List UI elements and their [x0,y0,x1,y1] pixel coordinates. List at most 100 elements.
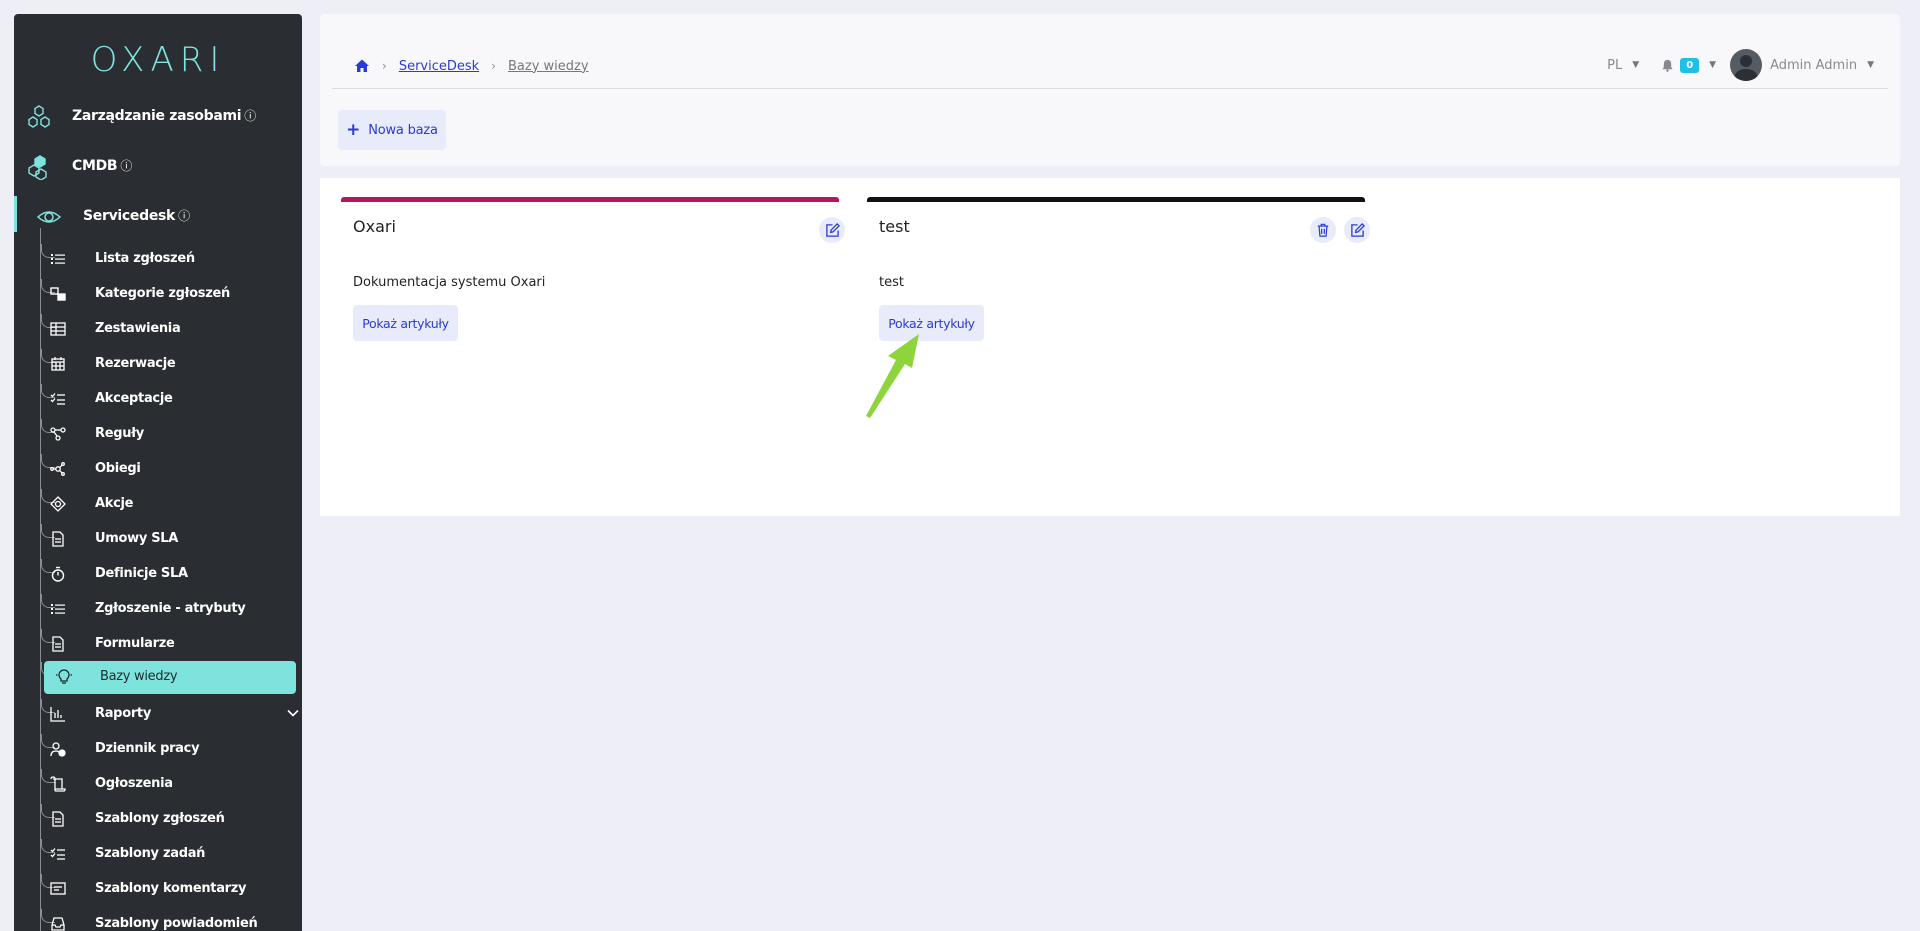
sidebar-item-label: CMDB [72,158,118,174]
sidebar-item-work-log[interactable]: Dziennik pracy [14,733,302,765]
new-knowledge-base-label: Nowa baza [368,122,438,138]
sidebar-item-label: Formularze [95,636,175,651]
sidebar-item-label: Raporty [95,706,152,721]
sidebar-item-forms[interactable]: Formularze [14,628,302,660]
caret-down-icon: ▼ [1867,60,1874,70]
show-articles-button[interactable]: Pokaż artykuły [353,305,458,341]
sidebar-item-label: Zgłoszenie - atrybuty [95,601,246,616]
sidebar-item-label: Servicedesk [83,208,176,224]
sidebar-item-comment-templates[interactable]: Szablony komentarzy [14,873,302,905]
document-icon [52,811,64,827]
checklist-icon [50,848,65,860]
sidebar-item-ticket-templates[interactable]: Szablony zgłoszeń [14,803,302,835]
sidebar-item-task-templates[interactable]: Szablony zadań [14,838,302,870]
sidebar-item-announcements[interactable]: Ogłoszenia [14,768,302,800]
sidebar-item-ticket-categories[interactable]: Kategorie zgłoszeń [14,278,302,310]
knowledge-base-description: Dokumentacja systemu Oxari [353,275,546,290]
sidebar-item-reports[interactable]: Raporty [14,698,302,730]
sidebar-item-actions[interactable]: Akcje [14,488,302,520]
user-menu[interactable]: Admin Admin ▼ [1716,49,1874,81]
breadcrumb: › ServiceDesk › Bazy wiedzy [354,56,589,76]
sidebar-item-notification-templates[interactable]: Szablony powiadomień [14,908,302,931]
sidebar-item-label: Akceptacje [95,391,173,406]
comment-icon [50,882,66,895]
checklist-icon [50,393,65,405]
sidebar-item-label: Obiegi [95,461,141,476]
caret-down-icon: ▼ [1709,60,1717,70]
card-color-bar [867,197,1365,202]
knowledge-base-name: Oxari [353,217,396,236]
sidebar-item-label: Ogłoszenia [95,776,173,791]
knowledge-base-name: test [879,217,910,236]
language-value: PL [1607,57,1623,73]
sidebar-item-label: Zarządzanie zasobami [72,108,242,124]
sidebar-item-ticket-list[interactable]: Lista zgłoszeń [14,243,302,275]
info-icon: ⓘ [244,109,256,123]
sidebar-item-label: Zestawienia [95,321,181,336]
breadcrumb-separator-icon: › [382,59,387,73]
sidebar-item-label: Szablony powiadomień [95,916,258,931]
sidebar-item-servicedesk[interactable]: Servicedesk ⓘ [14,196,302,236]
calendar-icon [51,357,65,371]
scroll-icon [50,776,66,792]
list-icon [51,254,65,264]
lightbulb-icon [56,669,72,684]
edit-button[interactable] [1344,217,1370,243]
knowledge-base-list: Oxari Dokumentacja systemu Oxari Pokaż a… [320,178,1900,516]
network-icon [50,462,65,476]
sidebar-item-reports-summary[interactable]: Zestawienia [14,313,302,345]
sidebar-item-label: Akcje [95,496,134,511]
sidebar: OXARI Zarządzanie zasobami ⓘ CMDB ⓘ Servic… [14,14,302,931]
target-icon [50,496,66,512]
sidebar-item-reservations[interactable]: Rezerwacje [14,348,302,380]
avatar [1730,49,1763,81]
sidebar-item-asset-management[interactable]: Zarządzanie zasobami ⓘ [14,96,302,136]
app-logo[interactable]: OXARI [14,40,302,80]
categories-icon [50,287,66,301]
sidebar-item-approvals[interactable]: Akceptacje [14,383,302,415]
sidebar-item-rules[interactable]: Reguły [14,418,302,450]
cubes-icon [28,155,47,180]
plus-icon: + [346,120,361,140]
chart-icon [50,707,65,722]
notification-count-badge: 0 [1680,57,1700,73]
knowledge-base-card: test test Pokaż artykuły [867,197,1370,347]
sidebar-item-label: Bazy wiedzy [100,669,178,684]
bell-icon [1662,59,1673,72]
edit-icon [825,222,840,237]
info-icon: ⓘ [178,209,190,223]
stopwatch-icon [51,566,65,582]
form-icon [52,636,64,652]
edit-button[interactable] [819,217,845,243]
knowledge-base-description: test [879,275,904,290]
header-toolbar: PL ▼ 0 ▼ Admin Admin ▼ [1607,48,1874,82]
sidebar-item-label: Umowy SLA [95,531,179,546]
nodes-icon [50,427,66,441]
sidebar-item-label: Rezerwacje [95,356,176,371]
new-knowledge-base-button[interactable]: + Nowa baza [338,110,446,150]
sidebar-item-label: Kategorie zgłoszeń [95,286,230,301]
sidebar-item-ticket-attributes[interactable]: Zgłoszenie - atrybuty [14,593,302,625]
sidebar-item-sla-agreements[interactable]: Umowy SLA [14,523,302,555]
annotation-arrow-icon [866,334,919,418]
trash-icon [1317,223,1329,237]
card-color-bar [341,197,839,202]
list-icon [51,604,65,614]
sidebar-item-sla-definitions[interactable]: Definicje SLA [14,558,302,590]
chevron-down-icon[interactable] [286,706,300,720]
sidebar-item-knowledge-bases[interactable]: Bazy wiedzy [14,661,302,694]
inbox-icon [51,917,65,931]
delete-button[interactable] [1310,217,1336,243]
sidebar-item-cmdb[interactable]: CMDB ⓘ [14,146,302,186]
hexagons-icon [28,105,50,128]
sidebar-item-workflows[interactable]: Obiegi [14,453,302,485]
breadcrumb-separator-icon: › [491,59,496,73]
notifications-button[interactable]: 0 ▼ [1661,57,1717,73]
language-selector[interactable]: PL ▼ [1607,58,1639,73]
info-icon: ⓘ [120,159,133,173]
edit-icon [1350,222,1365,237]
knowledge-base-card: Oxari Dokumentacja systemu Oxari Pokaż a… [341,197,845,347]
breadcrumb-servicedesk-link[interactable]: ServiceDesk [399,59,479,74]
sidebar-item-label: Dziennik pracy [95,741,200,756]
home-icon[interactable] [354,58,370,74]
